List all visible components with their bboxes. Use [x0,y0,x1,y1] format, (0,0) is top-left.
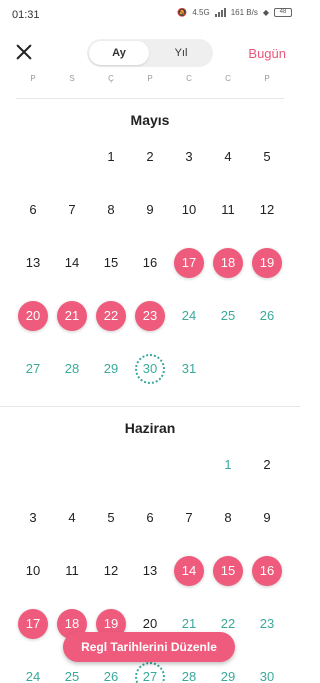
calendar-day[interactable]: 8 [213,503,243,533]
calendar-day[interactable]: 27 [18,354,48,384]
mute-icon: 🔕 [177,8,188,17]
today-button[interactable]: Bugün [248,46,286,61]
status-icons: 🔕 4.5G 161 B/s ◆ 48 [177,8,292,17]
divider [16,98,284,99]
calendar-day[interactable]: 9 [135,195,165,225]
calendar-day[interactable]: 15 [213,556,243,586]
calendar-day[interactable]: 29 [213,662,243,683]
month-title: Haziran [124,420,176,436]
calendar-day[interactable]: 28 [57,354,87,384]
weekday-label: P [30,74,36,83]
calendar-day[interactable]: 8 [96,195,126,225]
calendar-day[interactable]: 9 [252,503,282,533]
calendar-day[interactable]: 3 [18,503,48,533]
calendar-day[interactable]: 26 [96,662,126,683]
weekday-label: C [225,74,231,83]
calendar-day[interactable]: 23 [135,301,165,331]
calendar-day[interactable]: 1 [96,142,126,172]
tab-year[interactable]: Yıl [151,41,211,65]
weekday-header: P S Ç P C C P [0,74,300,88]
weekday-label: P [147,74,153,83]
weekday-label: P [264,74,270,83]
calendar-day[interactable]: 30 [252,662,282,683]
calendar-day[interactable]: 16 [135,248,165,278]
calendar-day[interactable]: 14 [174,556,204,586]
calendar-day[interactable]: 7 [57,195,87,225]
view-toggle: Ay Yıl [87,39,213,67]
calendar-day[interactable]: 12 [96,556,126,586]
calendar-day[interactable]: 21 [57,301,87,331]
calendar-day[interactable]: 20 [18,301,48,331]
calendar-day[interactable]: 16 [252,556,282,586]
calendar-day[interactable]: 25 [213,301,243,331]
calendar-day[interactable]: 4 [213,142,243,172]
calendar-day[interactable]: 25 [57,662,87,683]
calendar-day[interactable]: 29 [96,354,126,384]
status-bar: 01:31 🔕 4.5G 161 B/s ◆ 48 [0,0,300,30]
calendar-day[interactable]: 22 [96,301,126,331]
calendar-day[interactable]: 27 [135,662,165,683]
calendar-day[interactable]: 14 [57,248,87,278]
calendar-day[interactable]: 4 [57,503,87,533]
calendar-day[interactable]: 24 [18,662,48,683]
top-bar: Ay Yıl Bugün [0,36,300,70]
calendar-day[interactable]: 17 [174,248,204,278]
calendar-day[interactable]: 17 [18,609,48,639]
calendar-day[interactable]: 13 [135,556,165,586]
calendar-day[interactable]: 2 [252,450,282,480]
calendar-day[interactable]: 31 [174,354,204,384]
calendar-day[interactable]: 23 [252,609,282,639]
calendar-day[interactable]: 26 [252,301,282,331]
weekday-label: Ç [108,74,114,83]
calendar-day[interactable]: 1 [213,450,243,480]
weekday-label: C [186,74,192,83]
calendar-day[interactable]: 3 [174,142,204,172]
signal-icon [214,8,226,17]
calendar-day[interactable]: 30 [135,354,165,384]
month-divider [0,406,300,407]
data-rate: 161 B/s [230,8,258,17]
status-time: 01:31 [12,9,40,21]
calendar-day[interactable]: 6 [18,195,48,225]
edit-period-button[interactable]: Regl Tarihlerini Düzenle [63,632,235,662]
tab-month[interactable]: Ay [89,41,149,65]
wifi-icon: ◆ [262,8,269,17]
network-label: 4.5G [192,8,210,17]
calendar-day[interactable]: 18 [213,248,243,278]
calendar-day[interactable]: 11 [57,556,87,586]
calendar-day[interactable]: 15 [96,248,126,278]
calendar-day[interactable]: 12 [252,195,282,225]
calendar-day[interactable]: 10 [174,195,204,225]
calendar-day[interactable]: 13 [18,248,48,278]
calendar-day[interactable]: 28 [174,662,204,683]
battery-icon: 48 [274,8,292,17]
calendar-day[interactable]: 5 [252,142,282,172]
calendar-day[interactable]: 24 [174,301,204,331]
month-title: Mayıs [130,112,170,128]
calendar-day[interactable]: 11 [213,195,243,225]
weekday-label: S [69,74,75,83]
calendar-day[interactable]: 5 [96,503,126,533]
close-icon[interactable] [14,42,34,62]
calendar-day[interactable]: 7 [174,503,204,533]
calendar-day[interactable]: 19 [252,248,282,278]
calendar-day[interactable]: 2 [135,142,165,172]
calendar-day[interactable]: 10 [18,556,48,586]
calendar-day[interactable]: 6 [135,503,165,533]
